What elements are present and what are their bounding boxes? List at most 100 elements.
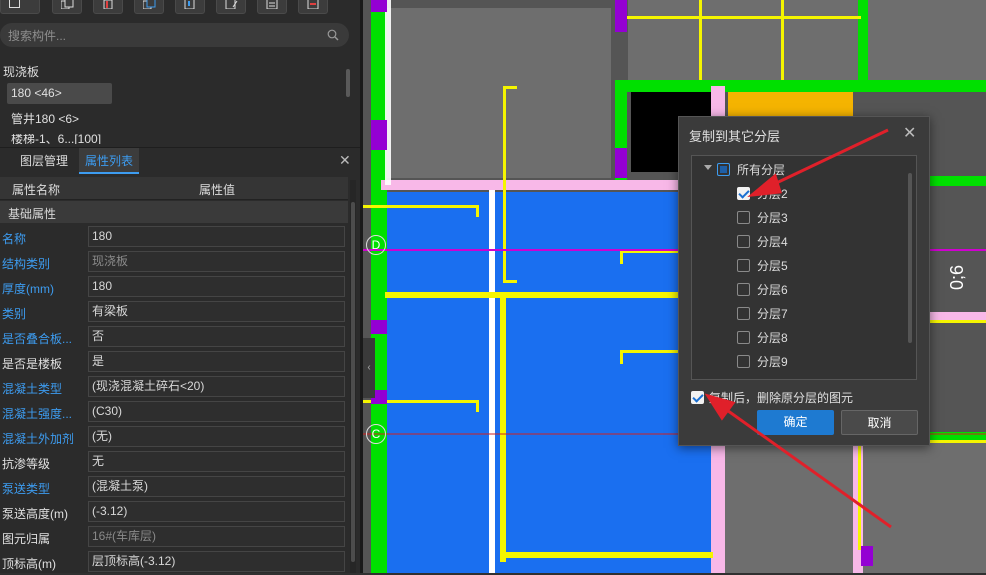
copy-to-floor-button[interactable] <box>134 0 164 14</box>
property-value-field[interactable]: 无 <box>88 451 345 472</box>
layer-label: 分层8 <box>757 331 788 345</box>
export-icon <box>225 0 238 9</box>
property-name: 抗渗等级 <box>2 457 51 471</box>
layer-item[interactable]: 分层2 <box>692 184 902 204</box>
checkbox-all-layers[interactable] <box>717 163 730 176</box>
property-row: 泵送高度(m) (-3.12) <box>0 500 348 525</box>
layer-checkbox[interactable] <box>737 187 750 200</box>
left-panel: 现浇板 180 <46> 管井180 <6> 楼梯-1、6...[100] 图层… <box>0 0 360 573</box>
cancel-button[interactable]: 取消 <box>841 410 918 435</box>
collapse-panel-handle[interactable]: ‹ <box>363 338 375 398</box>
property-name: 厚度(mm) <box>2 282 54 296</box>
property-value-field[interactable]: 180 <box>88 226 345 247</box>
list-icon <box>266 0 278 9</box>
panel-tabs: 图层管理 属性列表 ✕ <box>0 147 360 174</box>
property-group-basic[interactable]: 基础属性 <box>0 201 348 223</box>
search-input[interactable] <box>6 26 310 46</box>
property-name: 是否叠合板... <box>2 332 73 346</box>
property-row: 混凝土强度... (C30) <box>0 400 348 425</box>
column-header-value: 属性值 <box>199 183 236 197</box>
component-type-title: 现浇板 <box>3 65 40 79</box>
layer-item[interactable]: 分层4 <box>692 232 902 252</box>
tab-property-list[interactable]: 属性列表 <box>79 148 140 174</box>
layer-item[interactable]: 分层3 <box>692 208 902 228</box>
layer-item[interactable]: 分层9 <box>692 352 902 372</box>
property-value-field[interactable]: 有梁板 <box>88 301 345 322</box>
property-name: 图元归属 <box>2 532 51 546</box>
layer-checkbox[interactable] <box>737 307 750 320</box>
property-group-label: 基础属性 <box>8 207 57 221</box>
layer-item[interactable]: 分层5 <box>692 256 902 276</box>
close-icon[interactable]: ✕ <box>339 152 351 169</box>
delete-icon <box>103 0 113 9</box>
layer-tree: 所有分层 分层2 分层3 分层4 分层5 分层6 分层7 分层8 分层9 <box>691 155 917 380</box>
layer-label: 分层4 <box>757 235 788 249</box>
axis-label-d: D <box>366 235 386 255</box>
layer-label: 分层6 <box>757 283 788 297</box>
expand-caret-icon[interactable] <box>704 165 712 170</box>
layer-checkbox[interactable] <box>737 331 750 344</box>
search-icon[interactable] <box>327 29 339 41</box>
checkbox-delete-original[interactable] <box>691 391 704 404</box>
property-row: 抗渗等级 无 <box>0 450 348 475</box>
property-value-field[interactable]: 层顶标高(-3.12) <box>88 551 345 572</box>
layer-checkbox[interactable] <box>737 235 750 248</box>
property-value-field[interactable]: 16#(车库层) <box>88 526 345 547</box>
export-button[interactable] <box>216 0 246 14</box>
layer-checkbox[interactable] <box>737 283 750 296</box>
property-row: 泵送类型 (混凝土泵) <box>0 475 348 500</box>
axis-label-c: C <box>366 424 386 444</box>
layer-label: 分层2 <box>757 187 788 201</box>
component-item-selected[interactable]: 180 <46> <box>7 83 112 104</box>
dialog-title: 复制到其它分层 <box>689 129 781 144</box>
component-item[interactable]: 楼梯-1、6...[100] <box>11 134 101 144</box>
ok-button[interactable]: 确定 <box>757 410 834 435</box>
property-row: 图元归属 16#(车库层) <box>0 525 348 550</box>
close-icon[interactable]: ✕ <box>903 123 916 143</box>
remove-button[interactable] <box>298 0 328 14</box>
copy-button[interactable] <box>52 0 82 14</box>
property-row: 混凝土外加剂 (无) <box>0 425 348 450</box>
layer-label: 分层7 <box>757 307 788 321</box>
square-icon <box>9 0 20 8</box>
tab-layer-management[interactable]: 图层管理 <box>14 148 74 174</box>
layer-checkbox[interactable] <box>737 211 750 224</box>
property-name: 结构类别 <box>2 257 51 271</box>
property-value-field[interactable]: 180 <box>88 276 345 297</box>
property-value-field[interactable]: 是 <box>88 351 345 372</box>
list-button[interactable] <box>257 0 287 14</box>
property-value-field[interactable]: (C30) <box>88 401 345 422</box>
search-box <box>0 23 349 47</box>
property-table-header: 属性名称 属性值 <box>0 177 348 200</box>
component-item[interactable]: 管井180 <6> <box>11 110 79 127</box>
property-value-field[interactable]: (无) <box>88 426 345 447</box>
property-value-field[interactable]: (现浇混凝土碎石<20) <box>88 376 345 397</box>
property-row: 厚度(mm) 180 <box>0 275 348 300</box>
scrollbar-thumb[interactable] <box>351 202 355 562</box>
import-button[interactable] <box>175 0 205 14</box>
property-name: 混凝土强度... <box>2 407 73 421</box>
layer-label: 分层9 <box>757 355 788 369</box>
layer-item[interactable]: 分层7 <box>692 304 902 324</box>
tree-root-all-layers[interactable]: 所有分层 <box>692 160 902 180</box>
property-value-field[interactable]: 现浇板 <box>88 251 345 272</box>
property-name: 混凝土外加剂 <box>2 432 75 446</box>
property-value-field[interactable]: (混凝土泵) <box>88 476 345 497</box>
layer-checkbox[interactable] <box>737 355 750 368</box>
property-table-scrollbar[interactable] <box>350 180 356 573</box>
property-name: 类别 <box>2 307 27 321</box>
property-name: 名称 <box>2 232 27 246</box>
property-value-field[interactable]: 否 <box>88 326 345 347</box>
layer-item[interactable]: 分层8 <box>692 328 902 348</box>
layer-select-button[interactable] <box>0 0 40 14</box>
layer-checkbox[interactable] <box>737 259 750 272</box>
layer-tree-scrollbar[interactable] <box>908 173 912 343</box>
layer-item[interactable]: 分层6 <box>692 280 902 300</box>
delete-button[interactable] <box>93 0 123 14</box>
property-row: 名称 180 <box>0 225 348 250</box>
property-row: 类别 有梁板 <box>0 300 348 325</box>
property-name: 是否是楼板 <box>2 357 63 371</box>
option-label: 复制后，删除原分层的图元 <box>709 391 854 405</box>
component-list-scrollbar[interactable] <box>346 69 350 97</box>
property-value-field[interactable]: (-3.12) <box>88 501 345 522</box>
